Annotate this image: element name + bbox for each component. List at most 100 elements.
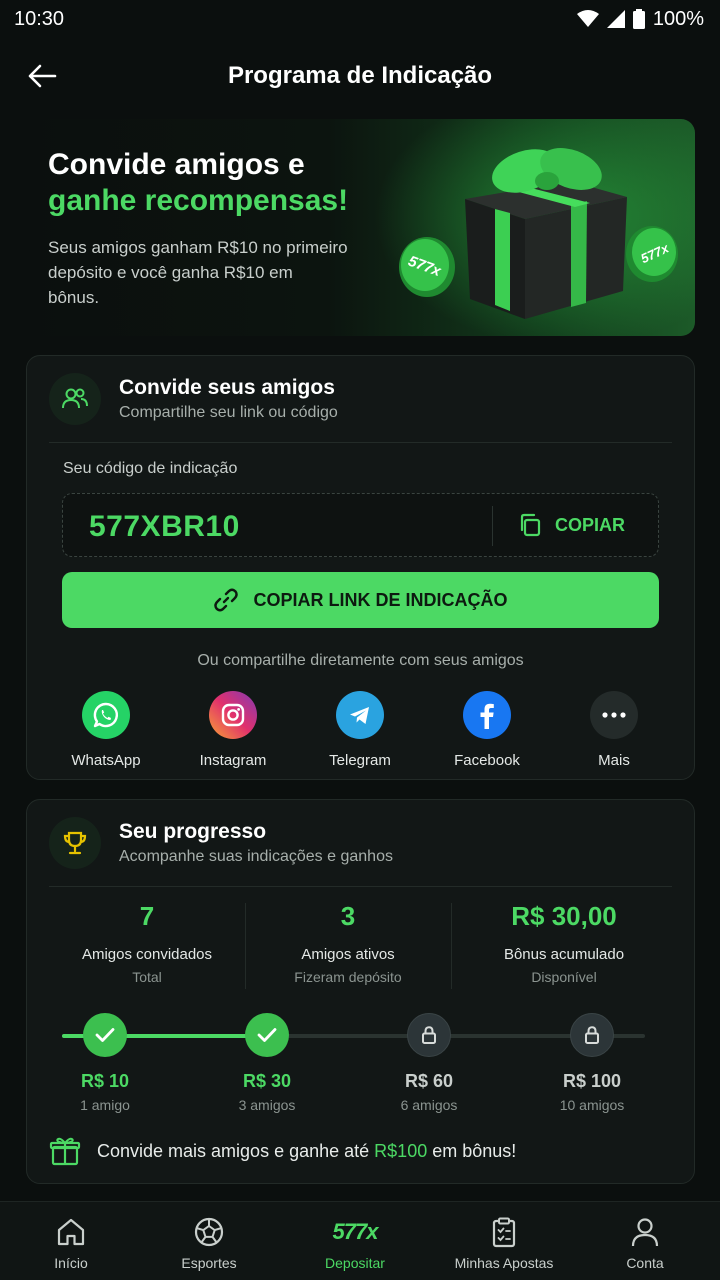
- milestone-3-sub: 6 amigos: [400, 1097, 458, 1113]
- referral-code[interactable]: 577XBR10: [89, 510, 240, 544]
- back-button[interactable]: [22, 60, 62, 92]
- stat-bonus-sub: Disponível: [531, 969, 597, 985]
- milestone-2-value: R$ 30: [242, 1071, 292, 1091]
- progress-card: Seu progresso Acompanhe suas indicações …: [26, 799, 695, 1184]
- share-telegram-label: Telegram: [329, 752, 391, 769]
- code-separator: [492, 506, 493, 546]
- status-icons: 100%: [576, 7, 704, 31]
- telegram-icon: [336, 691, 384, 739]
- share-whatsapp[interactable]: WhatsApp: [51, 691, 161, 769]
- nav-account[interactable]: Conta: [580, 1214, 710, 1271]
- share-more[interactable]: Mais: [559, 691, 669, 769]
- divider: [49, 886, 672, 887]
- progress-card-header: Seu progresso Acompanhe suas indicações …: [49, 817, 393, 869]
- friends-icon: [49, 373, 101, 425]
- deposit-logo-text: 577x: [332, 1219, 379, 1244]
- ball-icon: [144, 1214, 274, 1250]
- nav-sports[interactable]: Esportes: [144, 1214, 274, 1271]
- share-more-label: Mais: [598, 752, 630, 769]
- gift-box-illustration: 577x 577x: [375, 119, 695, 336]
- stat-active-label: Amigos ativos: [301, 946, 395, 963]
- home-icon: [6, 1214, 136, 1250]
- nav-my-bets-label: Minhas Apostas: [454, 1255, 554, 1271]
- milestone-4-value: R$ 100: [562, 1071, 622, 1091]
- signal-icon: [606, 10, 625, 28]
- nav-deposit[interactable]: 577x Depositar: [290, 1214, 420, 1271]
- nav-my-bets[interactable]: Minhas Apostas: [439, 1214, 569, 1271]
- link-icon: [214, 588, 239, 612]
- stat-active-value: 3: [340, 901, 356, 931]
- copy-icon: [520, 513, 541, 537]
- stat-bonus-value: R$ 30,00: [511, 901, 617, 931]
- clipboard-icon: [439, 1214, 569, 1250]
- note-suffix: em bônus!: [427, 1140, 517, 1161]
- hero-title-line2: ganhe recompensas!: [48, 184, 349, 217]
- nav-home-label: Início: [54, 1255, 88, 1271]
- instagram-icon: [209, 691, 257, 739]
- invite-card-title: Convide seus amigos: [119, 376, 335, 399]
- divider: [49, 442, 672, 443]
- milestone-4: R$ 100 10 amigos: [532, 1013, 652, 1113]
- battery-level: 100%: [652, 7, 704, 30]
- milestone-1: R$ 10 1 amigo: [45, 1013, 165, 1113]
- copy-link-button[interactable]: COPIAR LINK DE INDICAÇÃO: [62, 572, 659, 628]
- invite-card-header: Convide seus amigos Compartilhe seu link…: [49, 373, 338, 425]
- stat-invited-sub: Total: [132, 969, 162, 985]
- app-header: Programa de Indicação: [0, 50, 720, 102]
- copy-link-label: COPIAR LINK DE INDICAÇÃO: [253, 589, 508, 610]
- share-telegram[interactable]: Telegram: [305, 691, 415, 769]
- milestone-2: R$ 30 3 amigos: [207, 1013, 327, 1113]
- invite-card-subtitle: Compartilhe seu link ou código: [119, 404, 338, 421]
- share-caption: Ou compartilhe diretamente com seus amig…: [197, 652, 524, 669]
- hero-text: Convide amigos e ganhe recompensas! Seus…: [48, 147, 388, 310]
- trophy-icon: [49, 817, 101, 869]
- hero-title: Convide amigos e ganhe recompensas!: [48, 147, 388, 219]
- milestone-3: R$ 60 6 amigos: [369, 1013, 489, 1113]
- nav-deposit-label: Depositar: [325, 1255, 385, 1271]
- progress-note: Convide mais amigos e ganhe até R$100 em…: [49, 1136, 516, 1166]
- stats-row: 7 Amigos convidados Total 3 Amigos ativo…: [49, 901, 674, 991]
- battery-icon: [632, 9, 645, 29]
- coin-right: 577x: [626, 226, 678, 282]
- stat-invited-label: Amigos convidados: [81, 946, 213, 963]
- more-icon: [590, 691, 638, 739]
- 577x-logo: 577x: [290, 1214, 420, 1250]
- stat-bonus: R$ 30,00 Bônus acumulado Disponível: [451, 901, 677, 985]
- milestone-2-sub: 3 amigos: [238, 1097, 296, 1113]
- arrow-left-icon: [28, 64, 57, 88]
- copy-code-label: COPIAR: [555, 514, 626, 535]
- share-instagram-label: Instagram: [199, 752, 267, 769]
- stat-active: 3 Amigos ativos Fizeram depósito: [245, 901, 451, 985]
- share-facebook[interactable]: Facebook: [432, 691, 542, 769]
- hero-description: Seus amigos ganham R$10 no primeiro depó…: [48, 238, 348, 307]
- copy-code-button[interactable]: COPIAR: [517, 512, 625, 538]
- bottom-nav: Início Esportes 577x Depositar Minhas Ap…: [0, 1201, 720, 1280]
- check-icon: [245, 1013, 289, 1057]
- share-instagram[interactable]: Instagram: [178, 691, 288, 769]
- whatsapp-icon: [82, 691, 130, 739]
- progress-card-title: Seu progresso: [119, 820, 267, 843]
- hero-title-line1: Convide amigos e: [48, 148, 305, 181]
- lock-icon: [407, 1013, 451, 1057]
- check-icon: [83, 1013, 127, 1057]
- page-title: Programa de Indicação: [227, 62, 493, 89]
- nav-home[interactable]: Início: [6, 1214, 136, 1271]
- milestone-4-sub: 10 amigos: [559, 1097, 625, 1113]
- user-icon: [580, 1214, 710, 1250]
- stat-active-sub: Fizeram depósito: [294, 969, 402, 985]
- stat-invited: 7 Amigos convidados Total: [49, 901, 245, 985]
- stat-invited-value: 7: [139, 901, 155, 931]
- lock-icon: [570, 1013, 614, 1057]
- nav-account-label: Conta: [626, 1255, 664, 1271]
- note-highlight: R$100: [374, 1140, 428, 1161]
- facebook-icon: [463, 691, 511, 739]
- milestone-1-sub: 1 amigo: [80, 1097, 130, 1113]
- progress-note-text: Convide mais amigos e ganhe até R$100 em…: [97, 1141, 516, 1162]
- code-label: Seu código de indicação: [63, 460, 238, 477]
- share-whatsapp-label: WhatsApp: [71, 752, 141, 769]
- share-row: WhatsApp Instagram Telegram Facebook Mai…: [27, 691, 696, 771]
- share-facebook-label: Facebook: [454, 752, 520, 769]
- milestone-3-value: R$ 60: [404, 1071, 454, 1091]
- status-bar: 10:30 100%: [0, 0, 720, 38]
- status-time: 10:30: [14, 7, 65, 30]
